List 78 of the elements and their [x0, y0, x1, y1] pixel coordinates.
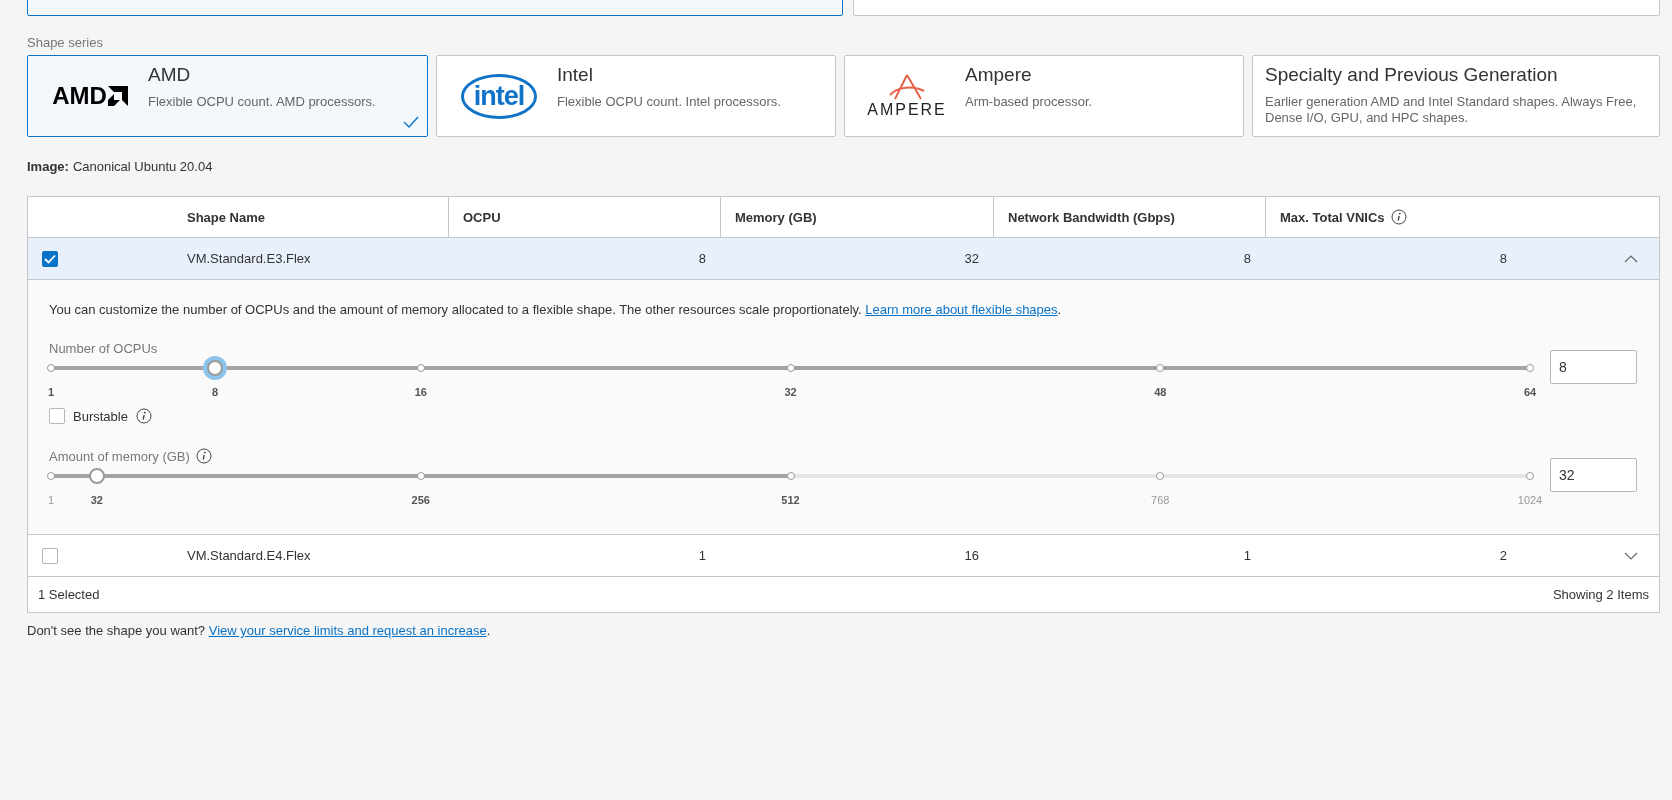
shape-series-card[interactable]: AMD AMD Flexible OCPU count. AMD processors. [27, 55, 428, 137]
column-header: Network Bandwidth (Gbps) [1008, 209, 1175, 225]
slider-thumb[interactable] [88, 468, 105, 484]
selection-count: 1 Selected [38, 587, 100, 602]
intel-logo: intel [460, 73, 538, 119]
slider-label: Amount of memory (GB) [49, 448, 190, 464]
shape-series-card[interactable]: Specialty and Previous Generation Earlier generation AMD and Intel Standard shapes. Always Free, Dense I/O, GPU, and HPC shapes. [1252, 55, 1660, 137]
info-icon[interactable] [195, 448, 212, 464]
value-input[interactable]: 8 [1550, 350, 1637, 384]
value-input[interactable]: 32 [1550, 458, 1637, 492]
item-count: Showing 2 Items [1552, 587, 1649, 602]
tick-label: 32 [784, 386, 797, 398]
shape-series-card[interactable]: intel Intel Flexible OCPU count. Intel processors. [436, 55, 836, 137]
tick-label: 1024 [1517, 494, 1543, 506]
tick-mark [416, 364, 425, 372]
image-label: Image: [27, 159, 69, 174]
tick-mark [1156, 364, 1165, 372]
table-cell-text: VM.Standard.E4.Flex [186, 548, 312, 563]
tick-mark [416, 472, 425, 480]
card-description: Flexible OCPU count. Intel processors. [557, 94, 781, 110]
tick-label: 1 [47, 494, 55, 506]
details-description: You can customize the number of OCPUs and the amount of memory allocated to a flexible shape. The other resources scale proportionately. Learn more about flexible shapes. [49, 302, 1063, 317]
help-note: Don't see the shape you want? View your service limits and request an increase. [27, 623, 492, 638]
info-icon[interactable] [1390, 209, 1407, 225]
card-title: AMD [148, 64, 192, 86]
table-cell-text: 16 [963, 548, 980, 563]
tick-label: 512 [781, 494, 800, 506]
slider-value-label: 32 [90, 494, 103, 506]
burstable-checkbox[interactable] [49, 408, 65, 424]
tick-mark [47, 472, 55, 480]
tick-mark [47, 364, 55, 372]
table-cell-text: 32 [963, 251, 980, 266]
table-cell-text: 2 [1498, 548, 1508, 563]
chevron-down-icon[interactable] [1624, 551, 1638, 560]
amd-logo: AMD [52, 82, 128, 110]
tick-label: 256 [411, 494, 430, 506]
table-cell-text: 8 [1242, 251, 1252, 266]
tick-label: 1 [47, 386, 55, 398]
tick-label: 48 [1154, 386, 1167, 398]
tick-label: 768 [1151, 494, 1170, 506]
info-icon[interactable] [135, 408, 152, 424]
card-title: Specialty and Previous Generation [1265, 64, 1559, 86]
service-limits-link[interactable]: View your service limits and request an increase [208, 623, 487, 638]
table-row[interactable]: VM.Standard.E3.Flex 8 32 8 8 [28, 238, 1659, 280]
column-header: OCPU [463, 209, 501, 225]
table-cell-text: 1 [1242, 548, 1252, 563]
tick-mark [1156, 472, 1165, 480]
slider-value-label: 8 [212, 386, 219, 398]
card-description: Earlier generation AMD and Intel Standard shapes. Always Free, Dense I/O, GPU, and HPC shapes. [1265, 94, 1638, 126]
slider-thumb[interactable] [207, 360, 224, 376]
tick-label: 64 [1523, 386, 1537, 398]
card-description: Flexible OCPU count. AMD processors. [148, 94, 376, 110]
ampere-logo: AMPERE [867, 73, 947, 119]
section-label: Shape series [27, 35, 104, 50]
column-header: Max. Total VNICs [1280, 209, 1385, 225]
card-title: Intel [557, 64, 594, 86]
tick-mark [1526, 364, 1534, 372]
row-checkbox[interactable] [42, 250, 58, 267]
tick-label: 16 [414, 386, 427, 398]
table-cell-text: 1 [697, 548, 707, 563]
tick-mark [786, 472, 795, 480]
card-title: Ampere [965, 64, 1033, 86]
chevron-up-icon[interactable] [1624, 254, 1638, 263]
table-cell-text: 8 [697, 251, 707, 266]
tick-mark [786, 364, 795, 372]
column-header: Memory (GB) [735, 209, 817, 225]
tick-mark [1526, 472, 1534, 480]
shape-series-card[interactable]: AMPERE Ampere Arm-based processor. [844, 55, 1244, 137]
row-checkbox[interactable] [42, 547, 58, 564]
image-value: Canonical Ubuntu 20.04 [72, 159, 213, 174]
column-header: Shape Name [187, 209, 266, 225]
checkbox-label: Burstable [73, 408, 128, 424]
slider-label: Number of OCPUs [49, 341, 158, 356]
table-cell-text: 8 [1498, 251, 1508, 266]
learn-more-link[interactable]: Learn more about flexible shapes [865, 302, 1058, 317]
check-icon [403, 116, 419, 128]
table-cell-text: VM.Standard.E3.Flex [186, 251, 312, 266]
card-description: Arm-based processor. [965, 94, 1093, 110]
